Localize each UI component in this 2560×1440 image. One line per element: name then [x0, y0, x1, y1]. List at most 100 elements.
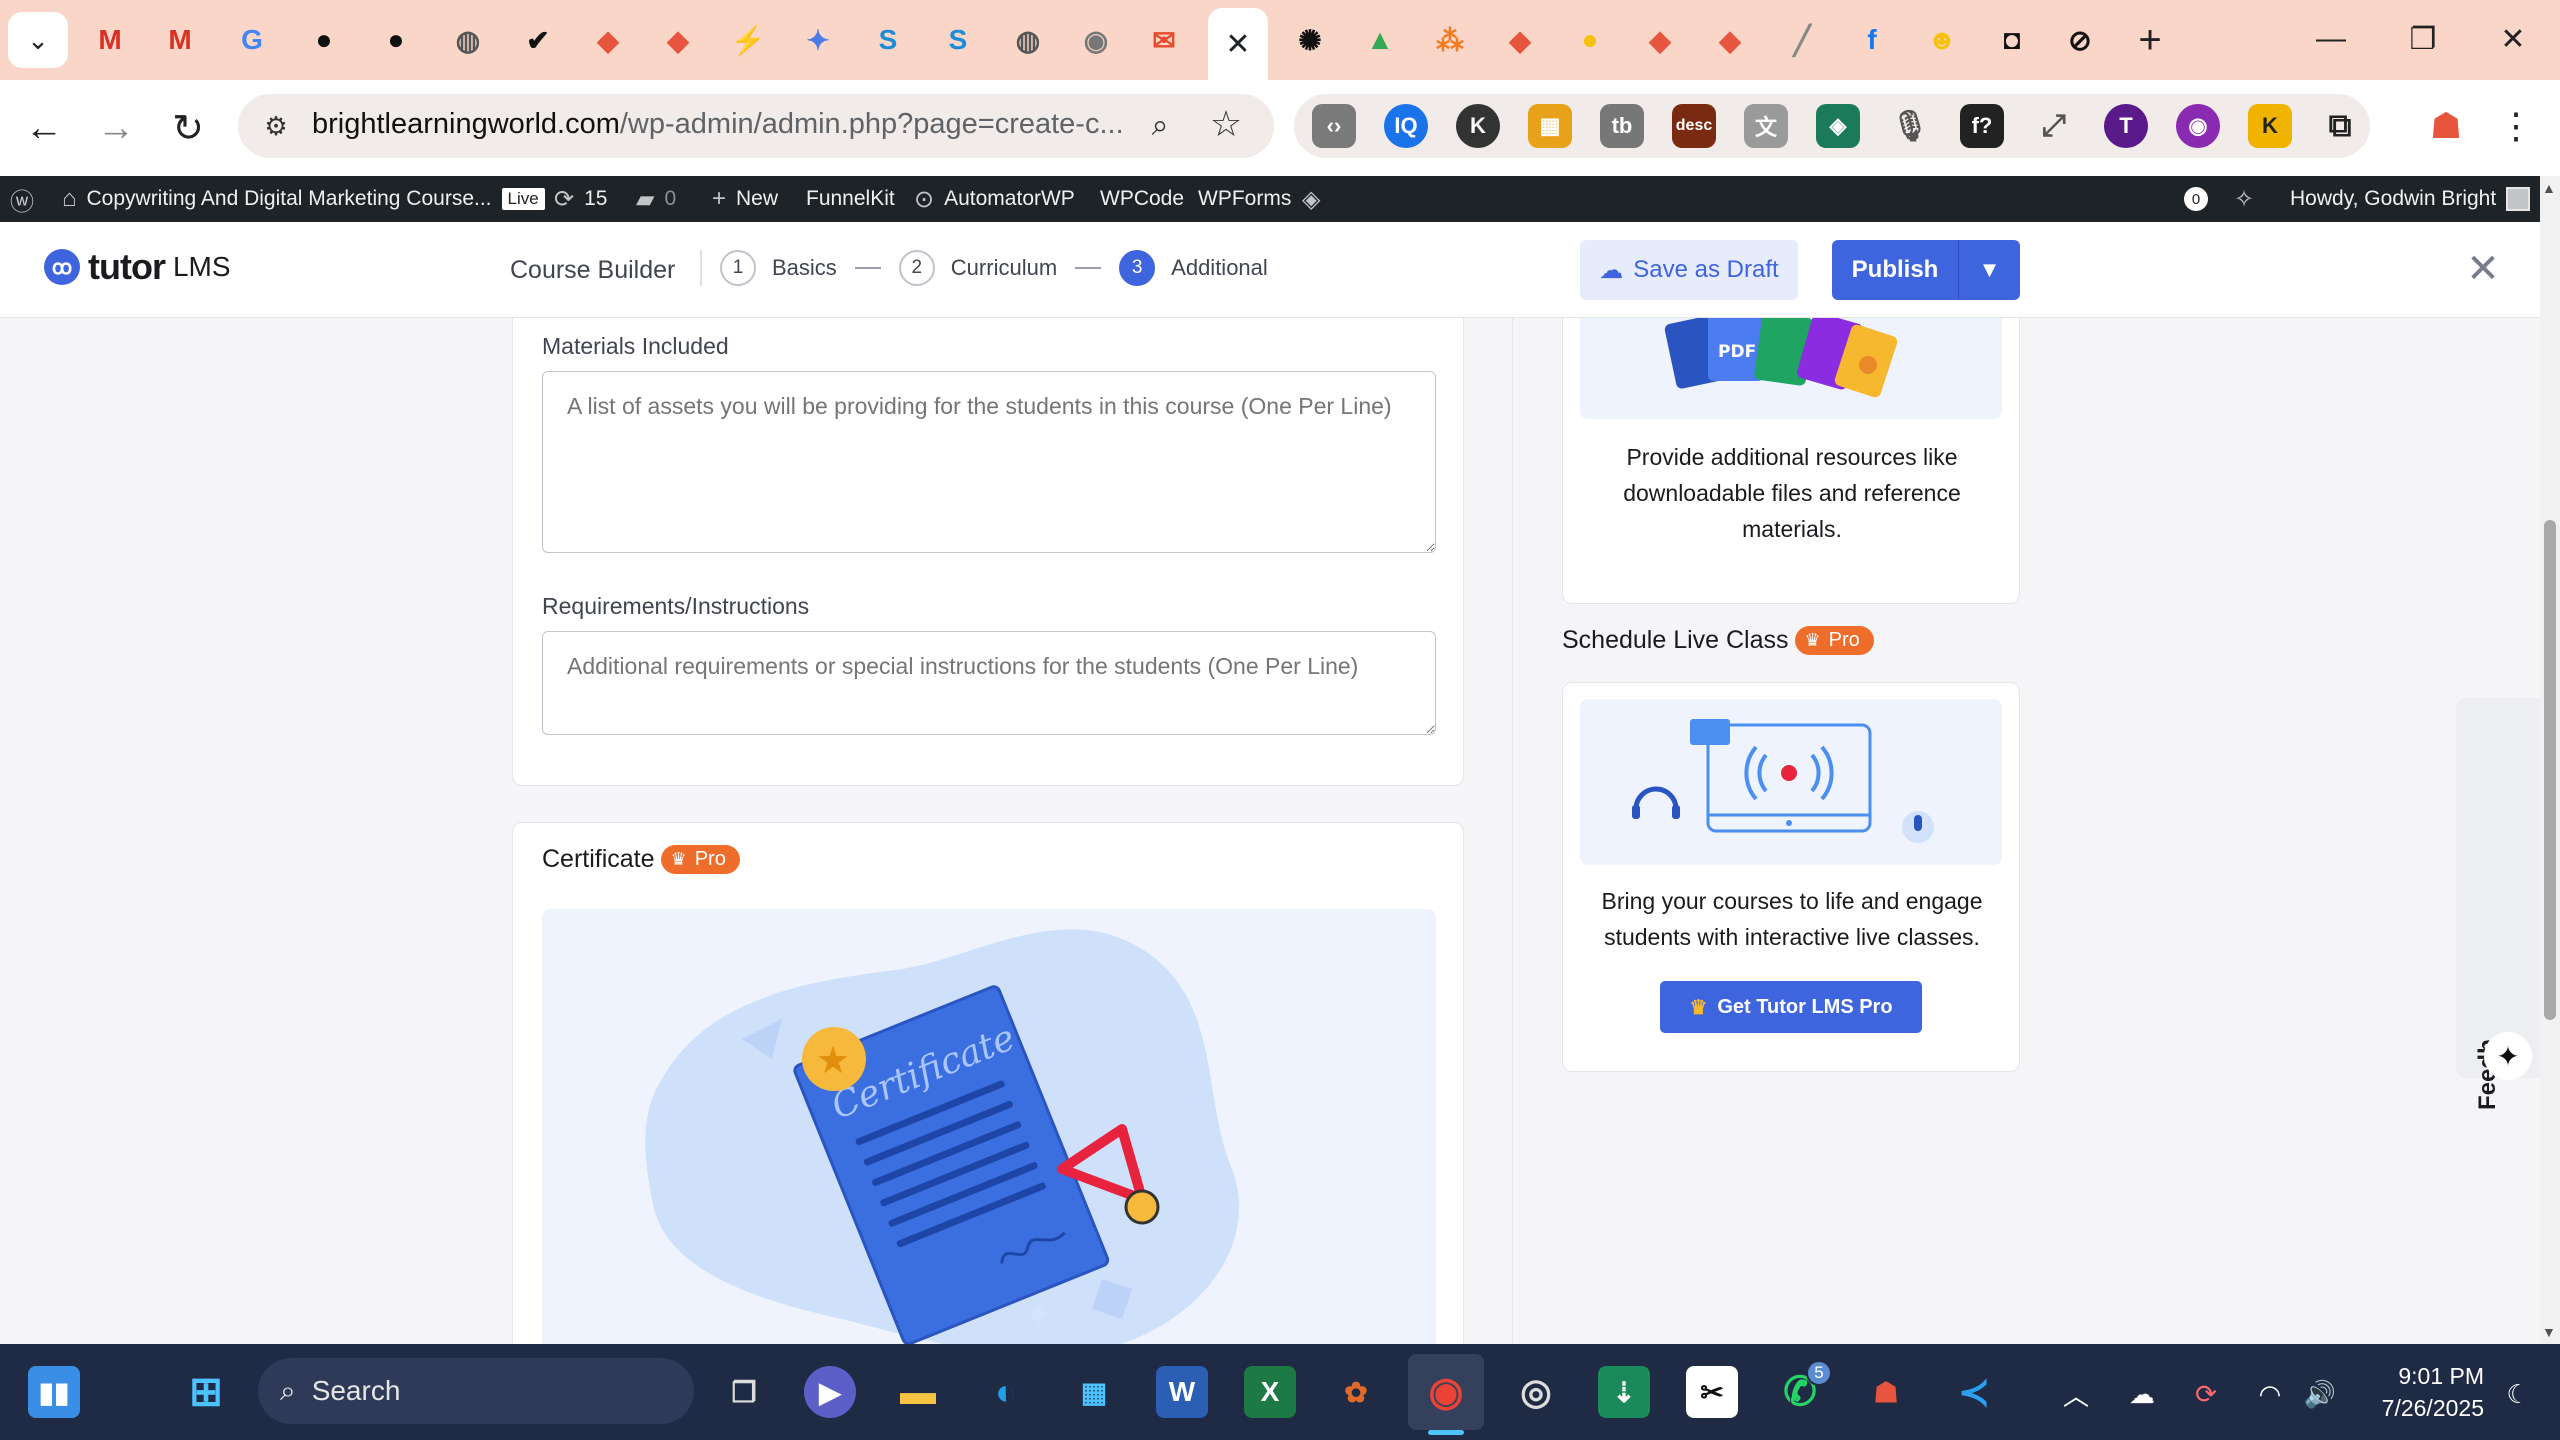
- funnelkit-link[interactable]: FunnelKit: [806, 176, 895, 222]
- forward-arrow-icon[interactable]: →: [90, 102, 142, 154]
- sync-icon[interactable]: ⟳: [2186, 1374, 2226, 1414]
- gmail-tab-icon[interactable]: M: [88, 18, 132, 62]
- site-info-icon[interactable]: ⚙: [258, 108, 294, 144]
- mailchimp-tab-icon[interactable]: ●: [1568, 18, 1612, 62]
- get-pro-button[interactable]: ♛ Get Tutor LMS Pro: [1660, 981, 1922, 1033]
- drive-tab-icon[interactable]: ▲: [1358, 18, 1402, 62]
- google-tab-icon[interactable]: G: [230, 18, 274, 62]
- vscode-icon[interactable]: ≺: [1948, 1366, 2000, 1418]
- globe-tab-icon[interactable]: ◍: [446, 18, 490, 62]
- gemini-tab-icon[interactable]: ✦: [796, 18, 840, 62]
- pen-tab-icon[interactable]: ╱: [1780, 18, 1824, 62]
- gmail-tab-icon[interactable]: M: [158, 18, 202, 62]
- globe-tab-icon[interactable]: ◍: [1006, 18, 1050, 62]
- url-text[interactable]: brightlearningworld.com/wp-admin/admin.p…: [312, 108, 1132, 141]
- reload-icon[interactable]: ↻: [162, 102, 214, 154]
- close-builder-icon[interactable]: ✕: [2458, 244, 2508, 294]
- requirements-input[interactable]: [542, 631, 1436, 735]
- skype-tab-icon[interactable]: S: [936, 18, 980, 62]
- browser-menu-icon[interactable]: ⋮: [2490, 100, 2542, 152]
- bolt-tab-icon[interactable]: ⚡: [726, 18, 770, 62]
- formula-extension-icon[interactable]: f?: [1960, 104, 2004, 148]
- mail-tab-icon[interactable]: ✉: [1142, 18, 1186, 62]
- profile-avatar-icon[interactable]: ☗: [2420, 100, 2472, 152]
- capcut-icon[interactable]: ✂: [1686, 1366, 1738, 1418]
- minimize-button[interactable]: —: [2296, 14, 2366, 64]
- onedrive-icon[interactable]: ☁: [2122, 1374, 2162, 1414]
- task-view-icon[interactable]: ❐: [718, 1366, 770, 1418]
- code-extension-icon[interactable]: ‹›: [1312, 104, 1356, 148]
- tab-search-menu-icon[interactable]: ⌄: [8, 12, 68, 68]
- obs-icon[interactable]: ◎: [1510, 1366, 1562, 1418]
- taskbar-search[interactable]: ⌕ Search: [258, 1358, 694, 1424]
- vpn-icon[interactable]: ☗: [1860, 1366, 1912, 1418]
- materials-input[interactable]: [542, 371, 1436, 553]
- taskbar-clock[interactable]: 9:01 PM 7/26/2025: [2358, 1360, 2484, 1424]
- maximize-button[interactable]: ❐: [2388, 14, 2458, 64]
- app-tab-icon[interactable]: ◆: [1638, 18, 1682, 62]
- zoom-icon[interactable]: ⌕: [1138, 104, 1182, 148]
- wifi-icon[interactable]: ◠: [2250, 1374, 2290, 1414]
- publish-button[interactable]: Publish: [1832, 240, 1958, 300]
- step-basics[interactable]: 1 Basics: [720, 250, 837, 286]
- app-icon[interactable]: ✿: [1330, 1366, 1382, 1418]
- github-tab-icon[interactable]: ●: [302, 18, 346, 62]
- start-menu-icon[interactable]: ⊞: [180, 1366, 232, 1418]
- color-extension-icon[interactable]: ▦: [1528, 104, 1572, 148]
- teams-icon[interactable]: ▶: [804, 1366, 856, 1418]
- address-bar[interactable]: ⚙ brightlearningworld.com/wp-admin/admin…: [238, 94, 1274, 158]
- avatar-tab-icon[interactable]: ◉: [1074, 18, 1118, 62]
- app-tab-icon[interactable]: ◆: [1708, 18, 1752, 62]
- skype-tab-icon[interactable]: S: [866, 18, 910, 62]
- store-icon[interactable]: ▦: [1068, 1366, 1120, 1418]
- active-tab[interactable]: ✕: [1208, 8, 1268, 80]
- tray-chevron-up-icon[interactable]: ︿: [2056, 1374, 2096, 1414]
- app-icon[interactable]: ⇣: [1598, 1366, 1650, 1418]
- close-tab-icon[interactable]: ✕: [1225, 27, 1250, 62]
- diamond-icon[interactable]: ◈: [1302, 176, 1320, 222]
- step-additional[interactable]: 3 Additional: [1119, 250, 1268, 286]
- app-tab-icon[interactable]: ◆: [656, 18, 700, 62]
- edge-icon[interactable]: ◐: [980, 1366, 1032, 1418]
- fullscreen-extension-icon[interactable]: ⤢: [2032, 104, 2076, 148]
- updates-link[interactable]: ⟳ 15: [554, 176, 607, 222]
- wpcode-link[interactable]: WPCode: [1100, 176, 1184, 222]
- app-tab-icon[interactable]: ✔: [516, 18, 560, 62]
- puzzle-extensions-icon[interactable]: ⧉: [2318, 104, 2362, 148]
- wpforms-link[interactable]: WPForms: [1198, 176, 1291, 222]
- chatgpt-tab-icon[interactable]: ✺: [1288, 18, 1332, 62]
- k-extension-icon[interactable]: K: [2248, 104, 2292, 148]
- moon-icon[interactable]: ☾: [2498, 1374, 2538, 1414]
- page-scrollbar[interactable]: ▲ ▼: [2540, 176, 2560, 1344]
- feedback-tab[interactable]: [2456, 698, 2540, 1078]
- automatorwp-link[interactable]: ⊙ AutomatorWP: [914, 176, 1075, 222]
- desc-extension-icon[interactable]: desc: [1672, 104, 1716, 148]
- chevron-down-icon[interactable]: ▼: [1959, 240, 2020, 300]
- app-extension-icon[interactable]: ◈: [1816, 104, 1860, 148]
- k-extension-icon[interactable]: K: [1456, 104, 1500, 148]
- iq-extension-icon[interactable]: IQ: [1384, 104, 1428, 148]
- notifications-link[interactable]: 0: [2184, 176, 2208, 222]
- step-curriculum[interactable]: 2 Curriculum: [898, 250, 1057, 286]
- t-extension-icon[interactable]: T: [2104, 104, 2148, 148]
- wordpress-logo-icon[interactable]: ⓦ: [10, 176, 34, 222]
- app-tab-icon[interactable]: ◆: [586, 18, 630, 62]
- new-tab-button[interactable]: +: [2128, 18, 2172, 62]
- app-tab-icon[interactable]: ◘: [1990, 18, 2034, 62]
- chrome-icon[interactable]: ◉: [1420, 1366, 1472, 1418]
- word-icon[interactable]: W: [1156, 1366, 1208, 1418]
- tb-extension-icon[interactable]: tb: [1600, 104, 1644, 148]
- ai-sparkle-button[interactable]: ✦: [2484, 1032, 2532, 1080]
- volume-icon[interactable]: 🔊: [2300, 1374, 2340, 1414]
- sparkle-icon[interactable]: ✧: [2234, 176, 2254, 222]
- file-explorer-icon[interactable]: ▬: [892, 1366, 944, 1418]
- facebook-tab-icon[interactable]: f: [1850, 18, 1894, 62]
- excel-icon[interactable]: X: [1244, 1366, 1296, 1418]
- new-content-link[interactable]: + New: [712, 176, 778, 222]
- scrollbar-thumb[interactable]: [2544, 520, 2556, 1020]
- app-tab-icon[interactable]: ◆: [1498, 18, 1542, 62]
- github-tab-icon[interactable]: ●: [374, 18, 418, 62]
- bookmark-star-icon[interactable]: ☆: [1204, 102, 1248, 146]
- widgets-icon[interactable]: ▮▮: [28, 1366, 80, 1418]
- emoji-tab-icon[interactable]: ☻: [1920, 18, 1964, 62]
